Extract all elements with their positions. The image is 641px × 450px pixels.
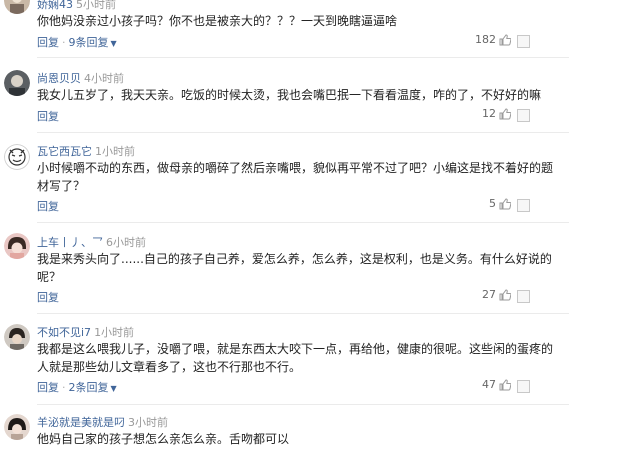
avatar[interactable] — [4, 324, 30, 350]
username[interactable]: 娇娴43 — [37, 0, 73, 11]
comment-text: 我是来秀头向了......自己的孩子自己养，爱怎么养，怎么养，这是权利，也是义务… — [37, 252, 552, 284]
avatar[interactable] — [4, 0, 30, 14]
timestamp: 1小时前 — [95, 145, 135, 158]
separator: · — [62, 381, 66, 394]
comment-actions: 回复 — [37, 289, 59, 305]
report-checkbox[interactable] — [517, 35, 530, 48]
like-button[interactable]: 5 — [489, 197, 512, 213]
report-checkbox[interactable] — [517, 290, 530, 303]
divider — [37, 57, 569, 58]
avatar[interactable] — [4, 70, 30, 96]
comment-meta: 上车丨丿、乛 6小时前 — [37, 234, 146, 250]
divider — [37, 313, 569, 314]
comment-actions: 回复 — [37, 108, 59, 124]
divider — [37, 132, 569, 133]
comment-actions: 回复 · 2条回复 ▼ — [37, 379, 117, 395]
like-count: 47 — [482, 378, 496, 391]
report-checkbox[interactable] — [517, 380, 530, 393]
timestamp: 5小时前 — [76, 0, 116, 11]
like-count: 12 — [482, 107, 496, 120]
timestamp: 3小时前 — [128, 416, 168, 429]
comment-text: 他妈自己家的孩子想怎么亲怎么亲。舌吻都可以 — [37, 432, 290, 446]
thumb-up-icon — [499, 108, 512, 123]
report-checkbox[interactable] — [517, 109, 530, 122]
thumb-up-icon — [499, 379, 512, 394]
like-button[interactable]: 182 — [475, 33, 512, 49]
username[interactable]: 上车丨丿、乛 — [37, 236, 103, 249]
username[interactable]: 尚恩贝贝 — [37, 72, 81, 85]
reply-button[interactable]: 回复 — [37, 381, 59, 394]
like-count: 182 — [475, 33, 496, 46]
chevron-down-icon: ▼ — [110, 39, 117, 48]
replies-count-label: 2条回复 — [68, 381, 109, 394]
like-button[interactable]: 47 — [482, 378, 512, 394]
thumb-up-icon — [499, 198, 512, 213]
timestamp: 1小时前 — [94, 326, 135, 339]
divider — [37, 404, 569, 405]
comment-text: 我女儿五岁了，我天天亲。吃饭的时候太烫，我也会嘴巴抿一下看看温度，咋的了，不好好… — [37, 88, 542, 102]
username[interactable]: 羊泌就是美就是叼 — [37, 416, 125, 429]
username[interactable]: 瓦它西瓦它 — [37, 145, 92, 158]
comment-text: 小时候嚼不动的东西，做母亲的嚼碎了然后亲嘴喂，貌似再平常不过了吧？小编这是找不着… — [37, 161, 554, 193]
comment-meta: 娇娴43 5小时前 — [37, 0, 116, 12]
thumb-up-icon — [499, 34, 512, 49]
reply-button[interactable]: 回复 — [37, 110, 59, 123]
comment-meta: 瓦它西瓦它 1小时前 — [37, 143, 135, 159]
like-count: 27 — [482, 288, 496, 301]
comment-actions: 回复 — [37, 198, 59, 214]
comment-meta: 不如不见i7 1小时前 — [37, 324, 134, 340]
like-count: 5 — [489, 197, 496, 210]
avatar[interactable] — [4, 414, 30, 440]
like-button[interactable]: 12 — [482, 107, 512, 123]
replies-count-label: 9条回复 — [68, 36, 109, 49]
reply-button[interactable]: 回复 — [37, 200, 59, 213]
comment-meta: 尚恩贝贝 4小时前 — [37, 70, 124, 86]
comment-meta: 羊泌就是美就是叼 3小时前 — [37, 414, 168, 430]
timestamp: 4小时前 — [84, 72, 124, 85]
reply-button[interactable]: 回复 — [37, 291, 59, 304]
timestamp: 6小时前 — [106, 236, 146, 249]
username[interactable]: 不如不见i7 — [37, 326, 91, 339]
report-checkbox[interactable] — [517, 199, 530, 212]
view-replies-button[interactable]: 9条回复 ▼ — [69, 36, 117, 49]
avatar[interactable] — [4, 144, 30, 170]
like-button[interactable]: 27 — [482, 288, 512, 304]
reply-button[interactable]: 回复 — [37, 36, 59, 49]
chevron-down-icon: ▼ — [110, 384, 117, 393]
separator: · — [62, 36, 66, 49]
thumb-up-icon — [499, 289, 512, 304]
view-replies-button[interactable]: 2条回复 ▼ — [69, 381, 117, 394]
comment-text: 我都是这么喂我儿子，没嚼了喂，就是东西太大咬下一点，再给他，健康的很呢。这些闲的… — [37, 342, 554, 374]
comment-text: 你他妈没亲过小孩子吗？你不也是被亲大的？？？一天到晚瞎逼逼啥 — [37, 14, 398, 28]
comment-actions: 回复 · 9条回复 ▼ — [37, 34, 117, 50]
avatar[interactable] — [4, 233, 30, 259]
divider — [37, 222, 569, 223]
